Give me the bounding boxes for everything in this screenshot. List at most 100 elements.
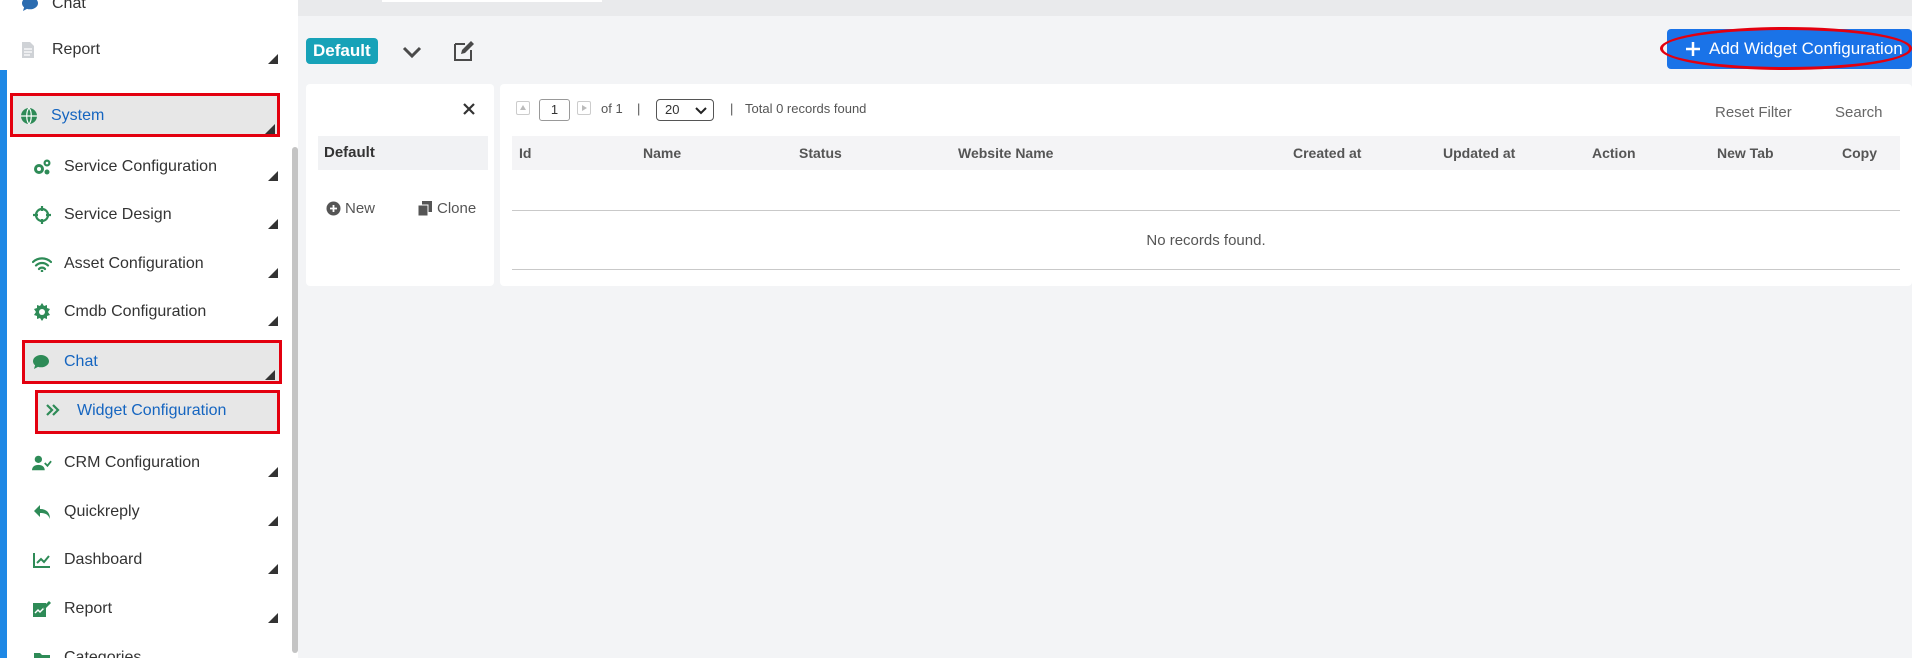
sidebar-item-quickreply[interactable]: Quickreply [0, 492, 290, 532]
table-header: Id Name Status Website Name Created at U… [512, 136, 1900, 170]
sidebar-item-label: Quickreply [64, 503, 140, 520]
report-edit-icon [32, 599, 52, 619]
sidebar-item-service-design[interactable]: Service Design [0, 195, 290, 235]
search-button[interactable]: Search [1835, 104, 1883, 121]
column-header-copy[interactable]: Copy [1842, 145, 1877, 161]
sidebar-item-cmdb-configuration[interactable]: Cmdb Configuration [0, 292, 290, 332]
new-button-label: New [345, 200, 376, 217]
sidebar-item-chat-top[interactable]: Chat [0, 0, 290, 24]
resize-corner-icon [268, 316, 278, 326]
resize-corner-icon [265, 370, 275, 380]
sidebar-item-label: Asset Configuration [64, 255, 204, 272]
column-header-id[interactable]: Id [519, 145, 531, 161]
clone-button-label: Clone [437, 200, 477, 217]
page-number-input[interactable]: 1 [539, 99, 570, 121]
chevron-down-icon [695, 107, 707, 115]
arrow-right-icon [582, 105, 587, 111]
page-size-value: 20 [665, 102, 680, 117]
sidebar-item-label: Service Configuration [64, 158, 217, 175]
divider [512, 269, 1900, 270]
globe-icon [19, 106, 39, 126]
sidebar-item-label: Report [64, 600, 113, 617]
column-header-website-name[interactable]: Website Name [958, 145, 1053, 161]
resize-corner-icon [268, 516, 278, 526]
first-page-button[interactable] [516, 101, 530, 115]
sidebar-item-label: Chat [52, 0, 86, 12]
profile-badge[interactable]: Default [306, 38, 378, 64]
plus-icon [1686, 42, 1700, 56]
column-header-status[interactable]: Status [799, 145, 842, 161]
page-count: of 1 [601, 101, 623, 116]
resize-corner-icon [268, 564, 278, 574]
tab-stub [382, 0, 602, 2]
resize-corner-icon [268, 219, 278, 229]
resize-corner-icon [268, 54, 278, 64]
sidebar-item-categories[interactable]: Categories [0, 638, 290, 658]
sidebar: Chat Report System Service Configuration… [0, 0, 298, 658]
sidebar-item-crm-configuration[interactable]: CRM Configuration [0, 443, 290, 483]
arrow-up-icon [520, 105, 526, 110]
document-icon [18, 40, 38, 60]
sidebar-item-chat[interactable]: Chat [23, 342, 279, 382]
column-header-name[interactable]: Name [643, 145, 681, 161]
wifi-icon [32, 254, 52, 274]
resize-corner-icon [268, 467, 278, 477]
sidebar-item-report-top[interactable]: Report [0, 30, 290, 70]
sidebar-item-system[interactable]: System [11, 96, 277, 136]
sidebar-scrollbar[interactable] [292, 147, 298, 653]
records-panel: 1 of 1 | 20 | Total 0 records found Rese… [500, 84, 1912, 286]
reset-filter-button[interactable]: Reset Filter [1715, 104, 1792, 121]
sidebar-item-label: System [51, 107, 105, 124]
copy-icon [418, 201, 432, 216]
sidebar-item-label: Dashboard [64, 551, 143, 568]
sidebar-item-asset-configuration[interactable]: Asset Configuration [0, 244, 290, 284]
column-header-action[interactable]: Action [1592, 145, 1636, 161]
empty-state-message: No records found. [1146, 232, 1266, 249]
sidebar-item-label: Chat [64, 353, 98, 370]
line-chart-icon [32, 550, 52, 570]
profile-list-item[interactable]: Default [318, 136, 488, 170]
sidebar-item-service-configuration[interactable]: Service Configuration [0, 147, 290, 187]
column-header-new-tab[interactable]: New Tab [1717, 145, 1774, 161]
new-button[interactable]: New [326, 199, 386, 219]
folder-icon [32, 648, 52, 658]
double-chevron-right-icon [43, 400, 63, 420]
sidebar-item-dashboard[interactable]: Dashboard [0, 540, 290, 580]
gears-icon [32, 157, 52, 177]
sidebar-item-label: CRM Configuration [64, 454, 201, 471]
profile-list-panel: Default New Clone [306, 84, 494, 286]
page-size-select[interactable]: 20 [656, 99, 714, 121]
user-check-icon [32, 453, 52, 473]
resize-corner-icon [268, 171, 278, 181]
chat-bubble-icon [20, 0, 40, 14]
column-header-updated-at[interactable]: Updated at [1443, 145, 1515, 161]
sidebar-item-label: Cmdb Configuration [64, 303, 207, 320]
reply-icon [32, 502, 52, 522]
clone-button[interactable]: Clone [418, 199, 488, 219]
gear-icon [32, 302, 52, 322]
add-widget-configuration-button[interactable]: Add Widget Configuration [1667, 29, 1912, 69]
sidebar-item-widget-configuration[interactable]: Widget Configuration [37, 390, 277, 432]
top-strip [298, 0, 1912, 16]
crosshair-icon [32, 205, 52, 225]
sidebar-item-label: Report [52, 41, 101, 58]
edit-icon[interactable] [452, 39, 476, 63]
chevron-down-icon[interactable] [400, 40, 424, 64]
column-header-created-at[interactable]: Created at [1293, 145, 1361, 161]
plus-circle-icon [326, 201, 341, 216]
sidebar-item-report[interactable]: Report [0, 589, 290, 629]
separator: | [730, 101, 734, 116]
resize-corner-icon [265, 124, 275, 134]
next-page-button[interactable] [577, 101, 591, 115]
add-button-label: Add Widget Configuration [1709, 39, 1903, 58]
profile-list-item-label: Default [324, 144, 375, 161]
sidebar-item-label: Categories [64, 649, 142, 658]
separator: | [637, 101, 641, 116]
resize-corner-icon [268, 268, 278, 278]
sidebar-item-label: Widget Configuration [77, 402, 227, 419]
sidebar-item-label: Service Design [64, 206, 172, 223]
close-icon[interactable] [460, 100, 478, 118]
chat-bubble-icon [31, 352, 51, 372]
resize-corner-icon [268, 613, 278, 623]
total-records-text: Total 0 records found [745, 101, 867, 116]
